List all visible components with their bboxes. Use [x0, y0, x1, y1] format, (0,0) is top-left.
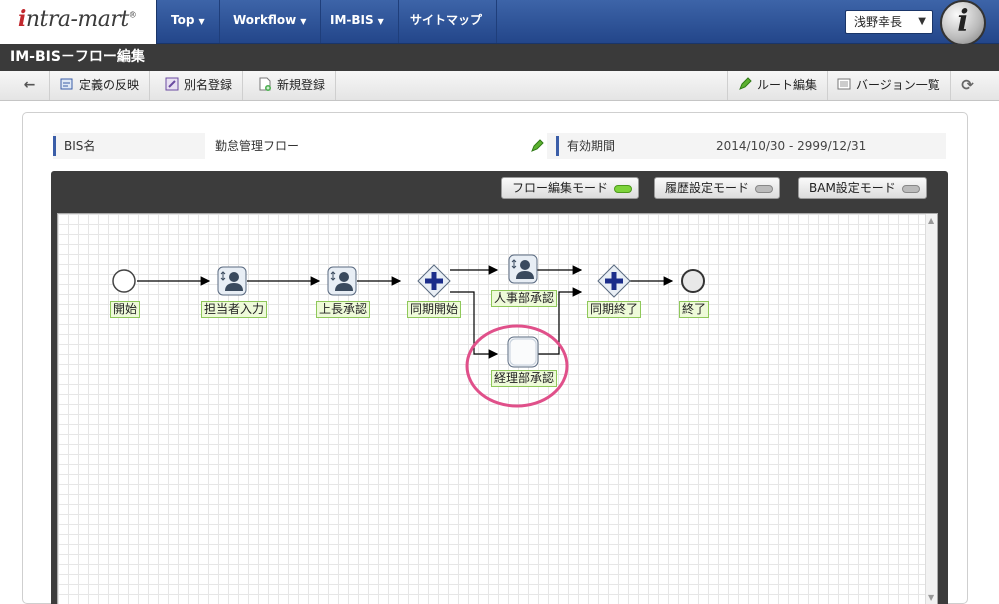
- intra-mart-logo[interactable]: intra-mart®: [0, 0, 157, 44]
- user-avatar-icon[interactable]: i: [940, 0, 986, 46]
- node-label-start: 開始: [110, 301, 141, 318]
- vertical-scrollbar[interactable]: ▲ ▼: [925, 214, 937, 604]
- edit-pencil-icon[interactable]: [530, 139, 544, 153]
- mode-indicator-off: [755, 185, 774, 193]
- new-register-button[interactable]: 新規登録: [248, 71, 337, 100]
- period-value: 2014/10/30 ‐ 2999/12/31: [708, 133, 946, 159]
- period-label: 有効期間: [556, 136, 706, 156]
- refresh-icon[interactable]: ⟳: [950, 71, 985, 100]
- user-task-icon[interactable]: [508, 254, 538, 284]
- node-label-sync-start: 同期開始: [407, 301, 462, 318]
- route-edit-button[interactable]: ルート編集: [727, 71, 829, 100]
- bis-name-label: BIS名: [53, 136, 203, 156]
- chevron-down-icon: ▼: [918, 16, 926, 27]
- nav-im-bis[interactable]: IM-BIS ▼: [316, 0, 399, 43]
- user-task-icon[interactable]: [327, 266, 357, 296]
- user-name: 浅野幸長: [854, 15, 903, 29]
- node-label-manager-approval: 上長承認: [316, 301, 371, 318]
- pencil-icon: [739, 77, 752, 90]
- parallel-gateway-icon[interactable]: [417, 264, 451, 298]
- flow-canvas-frame: フロー編集モード 履歴設定モード BAM設定モード 開始 担当者入力 上長承認 …: [51, 171, 948, 604]
- flow-connectors: [137, 265, 674, 408]
- reflect-definition-button[interactable]: 定義の反映: [50, 71, 151, 100]
- alias-icon: [165, 77, 179, 91]
- mode-indicator-on: [614, 185, 633, 193]
- scroll-down-icon[interactable]: ▼: [928, 593, 934, 602]
- node-label-sync-end: 同期終了: [587, 301, 642, 318]
- top-nav-bar: intra-mart® Top ▼ Workflow ▼ IM-BIS ▼ サイトマッ…: [0, 0, 999, 46]
- user-task-icon[interactable]: [217, 266, 247, 296]
- node-label-task-input: 担当者入力: [201, 301, 268, 318]
- bis-info-row: BIS名 勤怠管理フロー 有効期間 2014/10/30 ‐ 2999/12/3…: [53, 133, 946, 159]
- node-label-accounting-approval: 経理部承認: [491, 370, 558, 387]
- reflect-icon: [60, 78, 73, 90]
- page-title: IM-BIS－フロー編集: [0, 44, 999, 71]
- nav-workflow[interactable]: Workflow ▼: [219, 0, 322, 43]
- history-setting-mode-button[interactable]: 履歴設定モード: [654, 177, 781, 199]
- node-label-hr-approval: 人事部承認: [491, 290, 558, 307]
- new-document-icon: [259, 77, 271, 91]
- main-panel: BIS名 勤怠管理フロー 有効期間 2014/10/30 ‐ 2999/12/3…: [22, 112, 968, 604]
- chevron-down-icon: ▼: [377, 17, 384, 26]
- scroll-up-icon[interactable]: ▲: [928, 216, 934, 225]
- start-event-icon[interactable]: [111, 268, 137, 294]
- parallel-gateway-icon[interactable]: [597, 264, 631, 298]
- back-arrow-icon[interactable]: ←: [10, 71, 50, 100]
- list-icon: [837, 78, 851, 90]
- bam-setting-mode-button[interactable]: BAM設定モード: [798, 177, 927, 199]
- alias-register-button[interactable]: 別名登録: [155, 71, 244, 100]
- nav-top[interactable]: Top ▼: [157, 0, 220, 43]
- chevron-down-icon: ▼: [198, 17, 205, 26]
- toolbar: ← 定義の反映 別名登録 新規登録 ルート編集 バージョン一覧 ⟳: [0, 71, 999, 101]
- chevron-down-icon: ▼: [300, 17, 307, 26]
- node-label-end: 終了: [679, 301, 710, 318]
- blank-task-icon[interactable]: [507, 336, 539, 368]
- user-menu-dropdown[interactable]: 浅野幸長 ▼: [845, 10, 933, 34]
- mode-indicator-off: [901, 185, 920, 193]
- flow-canvas[interactable]: 開始 担当者入力 上長承認 同期開始 人事部承認 経理部承認 同期終了 終了 ▲…: [57, 213, 938, 604]
- version-list-button[interactable]: バージョン一覧: [827, 71, 951, 100]
- flow-edit-mode-button[interactable]: フロー編集モード: [501, 177, 640, 199]
- nav-sitemap[interactable]: サイトマップ: [396, 0, 498, 43]
- end-event-icon[interactable]: [680, 268, 706, 294]
- bis-name-value: 勤怠管理フロー: [205, 133, 547, 159]
